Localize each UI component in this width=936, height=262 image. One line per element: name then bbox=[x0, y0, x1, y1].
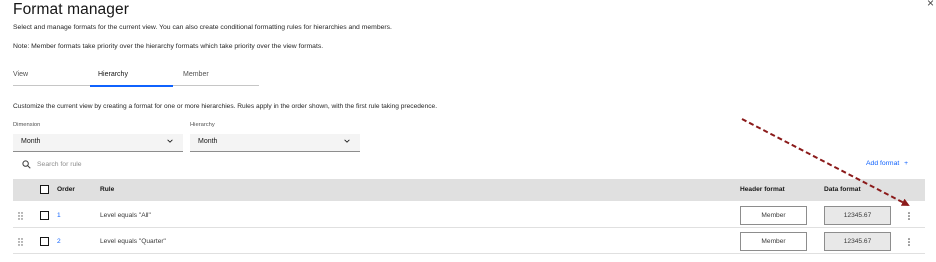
overflow-menu-icon[interactable] bbox=[906, 236, 912, 248]
column-header-order: Order bbox=[57, 186, 75, 193]
header-format-button[interactable]: Member bbox=[740, 232, 807, 251]
data-format-button[interactable]: 12345.67 bbox=[824, 232, 891, 251]
search-placeholder: Search for rule bbox=[37, 161, 82, 168]
column-header-rule: Rule bbox=[100, 186, 115, 193]
add-format-button[interactable]: Add format + bbox=[866, 160, 908, 167]
rule-text: Level equals "Quarter" bbox=[100, 238, 166, 245]
table-row: 2 Level equals "Quarter" Member 12345.67 bbox=[13, 229, 925, 254]
table-header: Order Rule Header format Data format bbox=[13, 179, 925, 201]
rule-order-link[interactable]: 2 bbox=[57, 238, 61, 245]
close-icon[interactable]: × bbox=[927, 0, 934, 10]
data-format-button[interactable]: 12345.67 bbox=[824, 206, 891, 225]
header-format-button[interactable]: Member bbox=[740, 206, 807, 225]
dialog-title: Format manager bbox=[13, 1, 129, 18]
tab-member[interactable]: Member bbox=[183, 66, 253, 86]
row-checkbox[interactable] bbox=[40, 211, 49, 220]
search-icon bbox=[22, 160, 31, 169]
format-tabs: View Hierarchy Member bbox=[13, 66, 259, 87]
overflow-menu-icon[interactable] bbox=[906, 210, 912, 222]
instructions-text: Customize the current view by creating a… bbox=[13, 103, 438, 110]
tab-view[interactable]: View bbox=[13, 66, 89, 86]
hierarchy-label: Hierarchy bbox=[190, 122, 215, 128]
dialog-note: Note: Member formats take priority over … bbox=[13, 43, 324, 50]
hierarchy-select-value: Month bbox=[198, 138, 218, 145]
search-input[interactable]: Search for rule bbox=[13, 155, 713, 175]
chevron-down-icon bbox=[344, 139, 350, 143]
dimension-select-value: Month bbox=[21, 138, 41, 145]
chevron-down-icon bbox=[167, 139, 173, 143]
tab-hierarchy[interactable]: Hierarchy bbox=[90, 66, 173, 87]
dimension-label: Dimension bbox=[13, 122, 41, 128]
select-all-checkbox[interactable] bbox=[40, 185, 49, 194]
row-checkbox[interactable] bbox=[40, 237, 49, 246]
rule-order-link[interactable]: 1 bbox=[57, 212, 61, 219]
dimension-select[interactable]: Month bbox=[13, 134, 183, 152]
dialog-description: Select and manage formats for the curren… bbox=[13, 24, 392, 31]
table-row: 1 Level equals "All" Member 12345.67 bbox=[13, 203, 925, 228]
drag-handle-icon[interactable] bbox=[18, 238, 23, 246]
add-icon: + bbox=[904, 160, 909, 167]
hierarchy-select[interactable]: Month bbox=[190, 134, 360, 152]
column-header-header-format: Header format bbox=[740, 186, 785, 193]
drag-handle-icon[interactable] bbox=[18, 212, 23, 220]
rule-text: Level equals "All" bbox=[100, 212, 151, 219]
column-header-data-format: Data format bbox=[824, 186, 861, 193]
add-format-label: Add format bbox=[866, 160, 900, 167]
